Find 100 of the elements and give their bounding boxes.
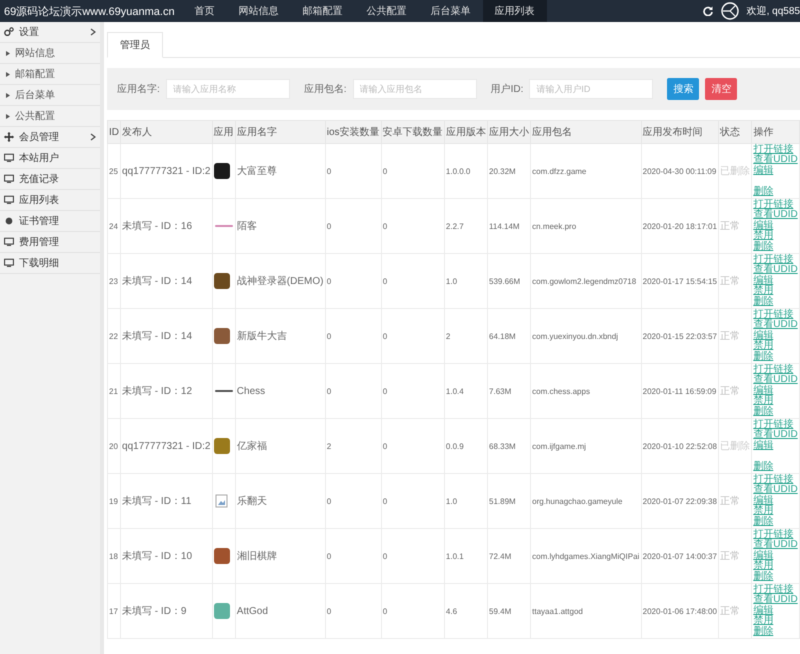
- clear-button[interactable]: 清空: [705, 78, 738, 100]
- search-button[interactable]: 搜索: [667, 78, 700, 100]
- table-cell: 未填写 - ID：16: [120, 198, 212, 254]
- action-link[interactable]: 查看UDID: [753, 375, 798, 386]
- action-link[interactable]: 查看UDID: [753, 430, 798, 441]
- action-link[interactable]: 查看UDID: [753, 595, 798, 606]
- column-header: 应用版本: [444, 120, 488, 144]
- refresh-icon[interactable]: [702, 6, 713, 16]
- status-cell: 正常: [718, 308, 752, 364]
- action-link[interactable]: 禁用: [753, 506, 798, 517]
- action-link[interactable]: 禁用: [753, 286, 798, 297]
- table-cell: 新版牛大吉: [235, 308, 326, 364]
- table-cell: 亿家福: [235, 418, 326, 474]
- nav-tab[interactable]: 公共配置: [354, 0, 419, 22]
- action-link[interactable]: 删除: [753, 186, 798, 198]
- action-link[interactable]: 打开链接: [753, 144, 798, 156]
- action-link[interactable]: 打开链接: [753, 254, 798, 266]
- tab[interactable]: 管理员: [107, 32, 163, 58]
- sidebar-subitem[interactable]: 后台菜单: [0, 85, 100, 106]
- sidebar-subitem[interactable]: 公共配置: [0, 106, 100, 127]
- table-cell: 7.63M: [488, 364, 531, 418]
- action-link[interactable]: 编辑: [753, 330, 798, 342]
- action-link[interactable]: 编辑: [753, 220, 798, 232]
- action-link[interactable]: 查看UDID: [753, 210, 798, 221]
- action-link[interactable]: 打开链接: [753, 474, 798, 486]
- bullet-icon: [6, 114, 10, 118]
- sidebar-item[interactable]: 充值记录: [0, 169, 100, 190]
- action-link[interactable]: 查看UDID: [753, 320, 798, 331]
- field-label: 用户ID:: [490, 82, 524, 96]
- table-cell: 0: [381, 144, 444, 198]
- table-cell: 2020-01-06 17:48:00: [641, 584, 719, 638]
- action-link[interactable]: 删除: [753, 296, 798, 308]
- sidebar-subitem[interactable]: 网站信息: [0, 43, 100, 64]
- action-link[interactable]: 查看UDID: [753, 485, 798, 496]
- action-link[interactable]: 查看UDID: [753, 155, 798, 166]
- action-link[interactable]: 禁用: [753, 341, 798, 352]
- sidebar-item[interactable]: 会员管理: [0, 127, 100, 148]
- bullet-icon: [6, 92, 10, 98]
- action-link[interactable]: 删除: [753, 352, 798, 362]
- sidebar-item[interactable]: 设置: [0, 22, 100, 43]
- avatar-icon[interactable]: [720, 2, 739, 20]
- action-link[interactable]: 打开链接: [753, 420, 798, 430]
- action-link[interactable]: 打开链接: [753, 364, 798, 376]
- column-header: 安卓下载数量: [381, 120, 444, 144]
- sidebar-item[interactable]: 应用列表: [0, 190, 100, 211]
- table-cell: 0.0.9: [444, 418, 488, 474]
- table-cell: 0: [325, 144, 382, 198]
- action-link[interactable]: 禁用: [753, 396, 798, 407]
- status-cell: 正常: [718, 364, 752, 418]
- action-link[interactable]: 打开链接: [753, 200, 798, 210]
- table-cell: 0: [325, 584, 382, 638]
- input-field[interactable]: 请输入用户ID: [529, 79, 654, 99]
- table-cell: 2020-01-10 22:52:08: [641, 418, 719, 474]
- action-link[interactable]: 编辑: [753, 276, 798, 286]
- action-link[interactable]: 打开链接: [753, 530, 798, 540]
- nav-tab[interactable]: 网站信息: [226, 0, 291, 22]
- sidebar-item[interactable]: 本站用户: [0, 148, 100, 169]
- table-cell: 2: [325, 418, 382, 474]
- sidebar-subitem[interactable]: 邮箱配置: [0, 64, 100, 85]
- input-field[interactable]: 请输入应用包名: [352, 79, 477, 99]
- table-cell: 0: [381, 418, 444, 474]
- action-link[interactable]: 打开链接: [753, 310, 798, 320]
- action-link[interactable]: 编辑: [753, 496, 798, 506]
- action-link[interactable]: 打开链接: [753, 584, 798, 596]
- table-cell: 0: [325, 528, 382, 584]
- table-cell: 4.6: [444, 584, 488, 638]
- input-field[interactable]: 请输入应用名称: [166, 79, 290, 99]
- action-link[interactable]: 编辑: [753, 386, 798, 396]
- gear-icon: [4, 27, 14, 37]
- table-cell: 51.89M: [488, 474, 531, 528]
- action-link[interactable]: 禁用: [753, 616, 798, 627]
- action-link[interactable]: 删除: [753, 626, 798, 638]
- nav-tab[interactable]: 邮箱配置: [290, 0, 355, 22]
- table-cell: com.chess.apps: [530, 364, 642, 418]
- action-link[interactable]: 编辑: [753, 440, 798, 452]
- action-link[interactable]: 删除: [753, 242, 798, 252]
- table-cell: 2020-04-30 00:11:09: [641, 144, 719, 198]
- table-cell: 0: [381, 198, 444, 254]
- action-link[interactable]: 查看UDID: [753, 265, 798, 276]
- sidebar-item[interactable]: 下载明细: [0, 253, 100, 274]
- column-header: ID: [108, 120, 121, 144]
- action-link[interactable]: 删除: [753, 516, 798, 528]
- sidebar-item[interactable]: 费用管理: [0, 232, 100, 253]
- action-link[interactable]: 编辑: [753, 606, 798, 616]
- column-header: 应用包名: [530, 120, 642, 144]
- action-link[interactable]: 禁用: [753, 231, 798, 242]
- nav-tab[interactable]: 后台菜单: [418, 0, 483, 22]
- table-cell: 68.33M: [488, 418, 531, 474]
- action-link[interactable]: 编辑: [753, 550, 798, 562]
- action-link[interactable]: 删除: [753, 462, 798, 472]
- nav-tab[interactable]: 应用列表: [482, 0, 547, 22]
- table-cell: 1.0.1: [444, 528, 488, 584]
- action-link[interactable]: 查看UDID: [753, 540, 798, 551]
- action-link[interactable]: 编辑: [753, 166, 798, 176]
- sidebar-item[interactable]: 证书管理: [0, 211, 100, 232]
- nav-tab[interactable]: 首页: [182, 0, 227, 22]
- action-link[interactable]: 禁用: [753, 561, 798, 572]
- action-link[interactable]: 删除: [753, 406, 798, 418]
- table-cell: 未填写 - ID：9: [120, 584, 212, 638]
- action-link[interactable]: 删除: [753, 572, 798, 582]
